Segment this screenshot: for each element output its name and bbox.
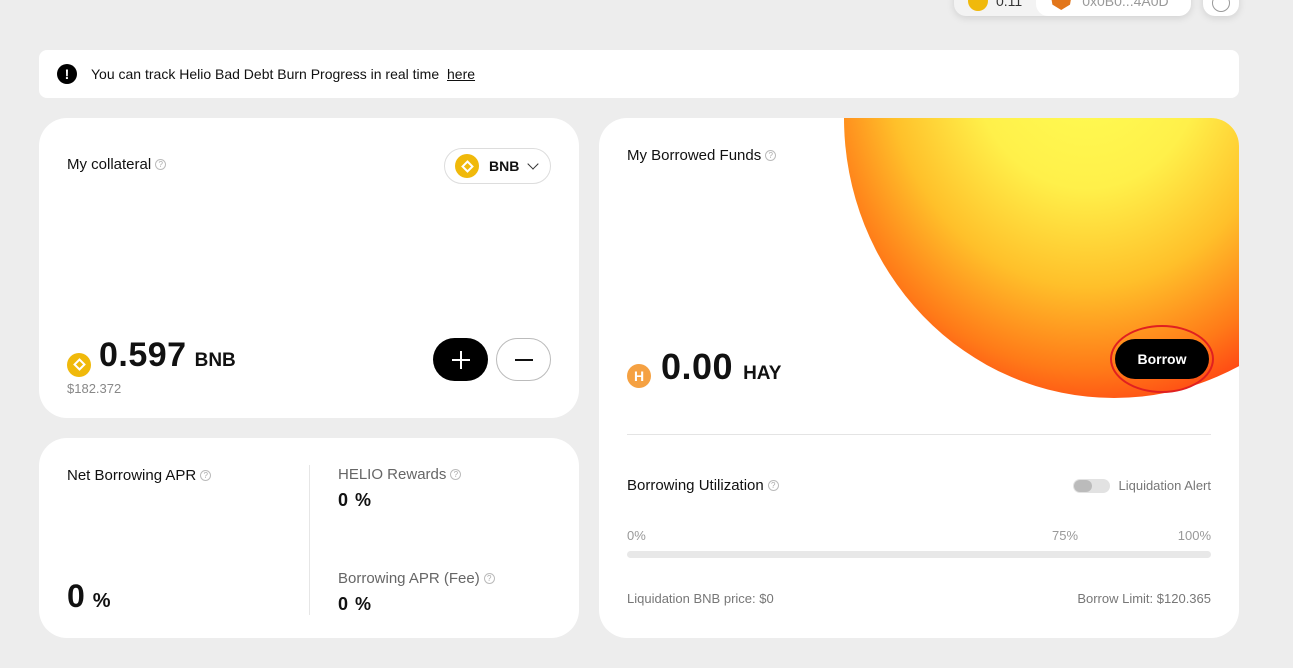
- borrowed-unit: HAY: [743, 363, 782, 384]
- collateral-amount-value: 0.597: [99, 336, 187, 374]
- wallet-balance-value: 0.11: [996, 0, 1023, 9]
- help-icon[interactable]: ?: [450, 468, 462, 480]
- collateral-card: My collateral? BNB 0.597 BNB $182.372: [39, 118, 579, 418]
- borrowed-title: My Borrowed Funds?: [627, 147, 777, 164]
- borrow-button[interactable]: Borrow: [1115, 339, 1209, 379]
- liquidation-alert-toggle[interactable]: [1073, 478, 1111, 493]
- bnb-icon: [455, 154, 479, 178]
- add-collateral-button[interactable]: [433, 338, 488, 381]
- banner-link[interactable]: here: [447, 66, 475, 82]
- collateral-unit: BNB: [194, 350, 236, 371]
- scale-label-75: 75%: [1052, 528, 1079, 543]
- utilization-title: Borrowing Utilization?: [627, 477, 779, 494]
- borrowed-card: My Borrowed Funds? H 0.00 HAY Borrow Bor…: [599, 118, 1239, 638]
- wallet-balance: 0.11: [954, 0, 1036, 16]
- liquidation-alert[interactable]: Liquidation Alert: [1073, 478, 1211, 493]
- remove-collateral-button[interactable]: [496, 338, 551, 381]
- collateral-amount: 0.597 BNB: [67, 336, 236, 377]
- banner-text: You can track Helio Bad Debt Burn Progre…: [91, 66, 476, 82]
- net-apr-title: Net Borrowing APR?: [67, 467, 212, 484]
- help-icon[interactable]: ?: [483, 572, 495, 584]
- bnb-icon: [67, 352, 91, 377]
- chevron-down-icon: [527, 158, 540, 170]
- theme-icon: [1212, 0, 1230, 12]
- scale-label-100: 100%: [1177, 528, 1211, 543]
- divider: [627, 434, 1211, 435]
- help-icon[interactable]: ?: [765, 149, 777, 161]
- fee-value: 0 %: [338, 594, 373, 614]
- borrow-highlight: Borrow: [1110, 325, 1214, 393]
- scale-label-0: 0%: [627, 528, 646, 543]
- exclamation-icon: !: [57, 64, 77, 84]
- collateral-usd-value: $182.372: [67, 381, 122, 396]
- minus-icon: [514, 358, 533, 361]
- wallet-address: 0x0B0...4A0D: [1082, 0, 1169, 9]
- borrowed-amount-value: 0.00: [661, 346, 734, 387]
- plus-icon: [451, 350, 470, 369]
- hay-icon: H: [627, 364, 651, 388]
- token-select[interactable]: BNB: [444, 148, 551, 184]
- collateral-title: My collateral?: [67, 156, 167, 173]
- wallet-address-button[interactable]: 0x0B0...4A0D: [1036, 0, 1191, 16]
- net-apr-value: 0 %: [67, 578, 111, 614]
- liquidation-price: Liquidation BNB price: $0: [627, 591, 774, 606]
- utilization-bar: [627, 551, 1211, 558]
- token-select-label: BNB: [489, 158, 520, 174]
- divider: [309, 465, 310, 615]
- borrowed-amount: H 0.00 HAY: [627, 346, 781, 388]
- help-icon[interactable]: ?: [200, 469, 212, 481]
- rewards-label: HELIO Rewards?: [338, 466, 462, 483]
- fee-label: Borrowing APR (Fee)?: [338, 570, 495, 587]
- alert-banner: ! You can track Helio Bad Debt Burn Prog…: [39, 50, 1239, 98]
- theme-toggle-button[interactable]: [1203, 0, 1239, 16]
- metamask-icon: [1050, 0, 1073, 10]
- help-icon[interactable]: ?: [155, 158, 167, 170]
- bnb-coin-icon: [968, 0, 988, 11]
- rewards-value: 0 %: [338, 490, 373, 510]
- wallet-pill[interactable]: 0.11 0x0B0...4A0D: [954, 0, 1191, 16]
- help-icon[interactable]: ?: [767, 479, 779, 491]
- apr-card: Net Borrowing APR? 0 % HELIO Rewards? 0 …: [39, 438, 579, 638]
- liquidation-alert-label: Liquidation Alert: [1118, 478, 1211, 493]
- borrow-limit: Borrow Limit: $120.365: [1077, 591, 1211, 606]
